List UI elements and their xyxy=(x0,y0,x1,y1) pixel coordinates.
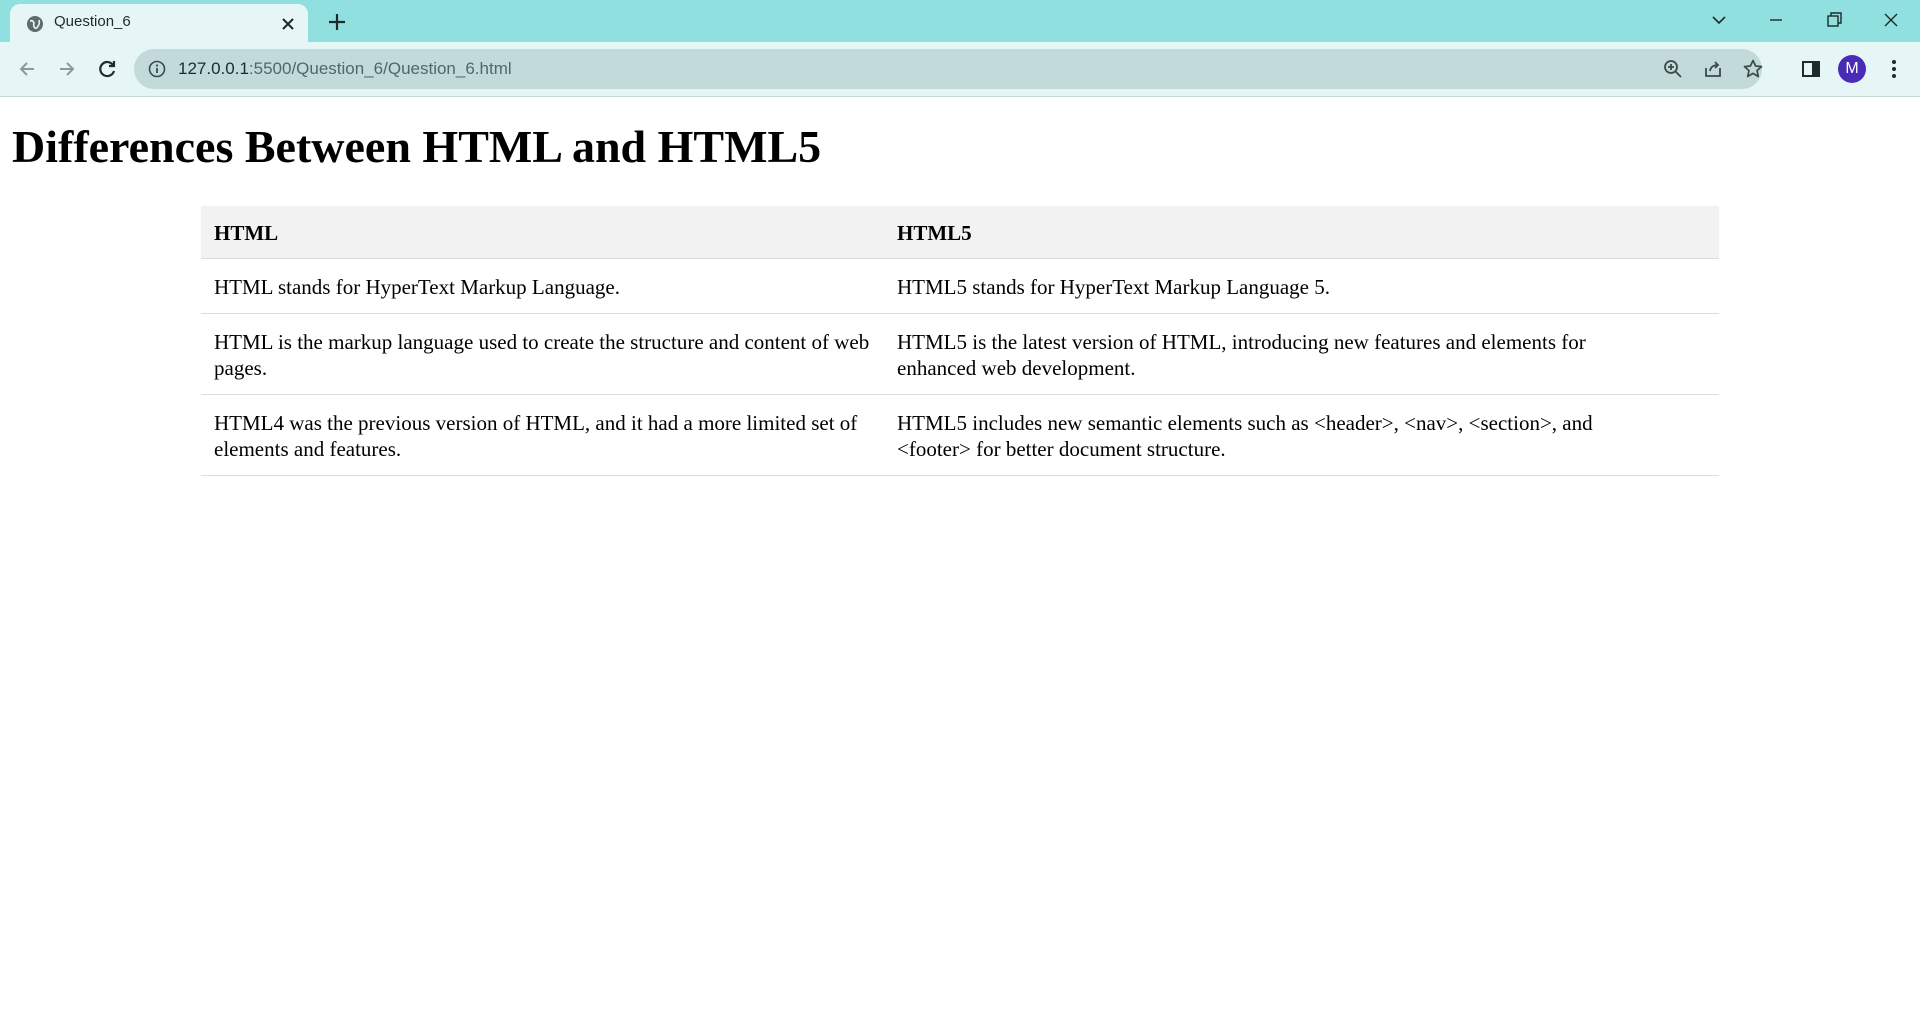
table-row: HTML4 was the previous version of HTML, … xyxy=(201,394,1719,476)
tab-title: Question_6 xyxy=(54,13,131,30)
table-row: HTML stands for HyperText Markup Languag… xyxy=(201,258,1719,314)
tab-search-chevron-icon[interactable] xyxy=(1705,6,1733,34)
column-header-html5: HTML5 xyxy=(884,206,1719,259)
reload-icon[interactable] xyxy=(92,54,122,84)
close-window-icon[interactable] xyxy=(1877,6,1905,34)
cell-text: HTML5 includes new semantic elements suc… xyxy=(897,411,1593,461)
tab-strip: Question_6 xyxy=(0,0,1920,42)
table-cell: HTML5 stands for HyperText Markup Langua… xyxy=(884,258,1719,314)
cell-text: HTML5 is the latest version of HTML, int… xyxy=(897,330,1586,380)
table-cell: HTML is the markup language used to crea… xyxy=(201,313,884,395)
share-icon[interactable] xyxy=(1702,58,1724,80)
new-tab-icon[interactable] xyxy=(325,10,349,34)
cell-text: HTML5 stands for HyperText Markup Langua… xyxy=(897,275,1331,299)
cell-text: HTML is the markup language used to crea… xyxy=(214,330,870,380)
url-path: :5500/Question_6/Question_6.html xyxy=(248,59,512,78)
url-text[interactable]: 127.0.0.1:5500/Question_6/Question_6.htm… xyxy=(178,59,512,79)
minimize-icon[interactable] xyxy=(1762,6,1790,34)
cell-text: HTML stands for HyperText Markup Languag… xyxy=(214,275,620,299)
cell-text: HTML4 was the previous version of HTML, … xyxy=(214,411,858,461)
back-arrow-icon[interactable] xyxy=(12,54,42,84)
close-tab-icon[interactable] xyxy=(280,16,296,32)
page-title: Differences Between HTML and HTML5 xyxy=(12,121,822,172)
table-cell: HTML5 is the latest version of HTML, int… xyxy=(884,313,1719,395)
page-content: Differences Between HTML and HTML5 HTML … xyxy=(0,97,1920,1029)
profile-avatar[interactable]: M xyxy=(1838,55,1866,83)
side-panel-icon[interactable] xyxy=(1797,55,1825,83)
more-menu-icon[interactable] xyxy=(1880,55,1908,83)
bookmark-star-icon[interactable] xyxy=(1742,58,1764,80)
url-host: 127.0.0.1 xyxy=(178,59,249,78)
comparison-table: HTML HTML5 HTML stands for HyperText Mar… xyxy=(201,206,1719,476)
address-bar[interactable]: 127.0.0.1:5500/Question_6/Question_6.htm… xyxy=(134,49,1764,89)
browser-toolbar: 127.0.0.1:5500/Question_6/Question_6.htm… xyxy=(0,42,1920,97)
table-cell: HTML stands for HyperText Markup Languag… xyxy=(201,258,884,314)
table-row: HTML is the markup language used to crea… xyxy=(201,313,1719,395)
table-header-row: HTML HTML5 xyxy=(201,206,1719,259)
table-cell: HTML5 includes new semantic elements suc… xyxy=(884,394,1719,476)
restore-icon[interactable] xyxy=(1820,6,1848,34)
column-header-html: HTML xyxy=(201,206,884,259)
zoom-icon[interactable] xyxy=(1662,58,1684,80)
table-cell: HTML4 was the previous version of HTML, … xyxy=(201,394,884,476)
globe-icon xyxy=(27,16,43,32)
forward-arrow-icon[interactable] xyxy=(52,54,82,84)
site-info-icon[interactable] xyxy=(148,60,166,78)
browser-tab[interactable]: Question_6 xyxy=(10,4,308,42)
